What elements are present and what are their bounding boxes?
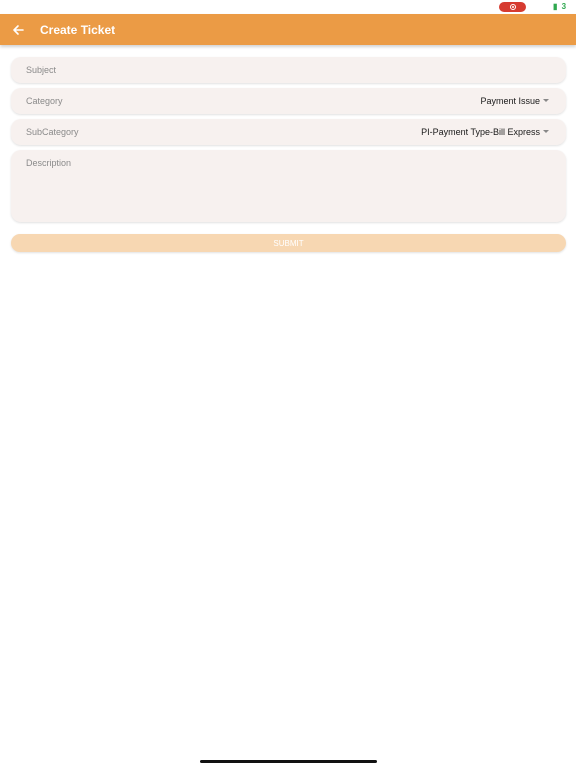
subcategory-value: PI-Payment Type-Bill Express	[421, 127, 540, 137]
description-textarea[interactable]	[11, 150, 566, 222]
subcategory-label: SubCategory	[26, 127, 79, 137]
battery-icon: ▮ 3	[553, 2, 568, 11]
subject-field[interactable]	[11, 57, 566, 83]
home-indicator[interactable]	[200, 760, 377, 763]
app-bar: Create Ticket	[0, 14, 576, 45]
category-value: Payment Issue	[480, 96, 540, 106]
arrow-left-icon[interactable]	[0, 14, 36, 45]
submit-button[interactable]: SUBMIT	[11, 234, 566, 252]
page-title: Create Ticket	[40, 22, 116, 37]
subcategory-dropdown[interactable]: SubCategory PI-Payment Type-Bill Express	[11, 119, 566, 145]
record-dot	[509, 4, 516, 10]
screen-record-icon[interactable]	[499, 2, 526, 12]
category-dropdown[interactable]: Category Payment Issue	[11, 88, 566, 114]
category-label: Category	[26, 96, 63, 106]
status-bar: ▮ 3	[0, 0, 576, 14]
description-field[interactable]	[11, 150, 566, 222]
caret-down-icon	[543, 99, 549, 102]
caret-down-icon	[543, 130, 549, 133]
subject-input[interactable]	[11, 57, 566, 83]
